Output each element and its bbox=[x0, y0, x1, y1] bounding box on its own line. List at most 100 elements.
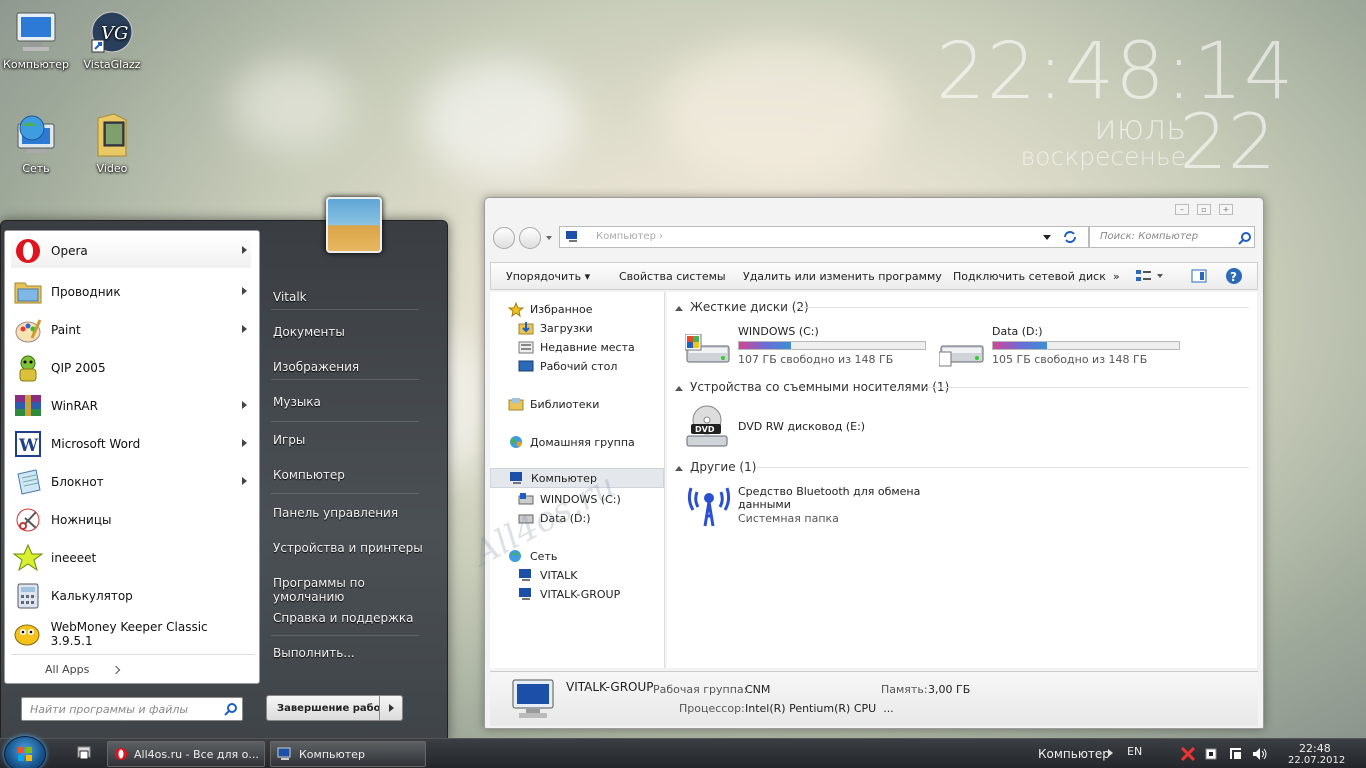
tray-date[interactable]: 22.07.2012 bbox=[1288, 755, 1345, 766]
taskbar-button-opera[interactable]: All4os.ru - Все для о... bbox=[107, 741, 265, 767]
nav-label: VITALK-GROUP bbox=[540, 587, 621, 601]
maximize-button[interactable]: ▫ bbox=[1197, 204, 1211, 215]
program-qip[interactable]: QIP 2005 bbox=[11, 351, 251, 385]
action-center-icon[interactable] bbox=[1229, 747, 1243, 761]
preview-pane-icon[interactable] bbox=[1191, 269, 1207, 283]
nav-computer[interactable]: Компьютер bbox=[490, 468, 664, 488]
more-commands-button[interactable]: » bbox=[1113, 270, 1120, 283]
program-webmoney[interactable]: WebMoney Keeper Classic 3.9.5.1 bbox=[11, 617, 251, 651]
program-explorer[interactable]: Проводник bbox=[11, 275, 251, 309]
place-games[interactable]: Игры bbox=[273, 433, 423, 447]
group-header-hdd[interactable]: Жесткие диски (2) bbox=[675, 300, 809, 314]
place-default-programs[interactable]: Программы по умолчанию bbox=[273, 576, 423, 604]
uninstall-button[interactable]: Удалить или изменить программу bbox=[743, 270, 942, 283]
drive-icon bbox=[518, 492, 534, 506]
nav-label: Недавние места bbox=[540, 340, 635, 354]
antivirus-icon[interactable] bbox=[1181, 747, 1195, 761]
address-toolbar-label[interactable]: Компьютер bbox=[1038, 747, 1110, 761]
shutdown-options-button[interactable] bbox=[379, 695, 403, 721]
user-picture[interactable] bbox=[326, 197, 382, 253]
desktop-icon-computer[interactable]: Компьютер bbox=[0, 8, 72, 71]
program-paint[interactable]: Paint bbox=[11, 313, 251, 347]
place-documents[interactable]: Документы bbox=[273, 325, 423, 339]
divider bbox=[925, 387, 1249, 388]
place-vitalk[interactable]: Vitalk bbox=[273, 290, 423, 304]
address-dropdown-icon[interactable] bbox=[1043, 235, 1051, 240]
nav-label: Data (D:) bbox=[540, 511, 591, 525]
minimize-button[interactable]: – bbox=[1175, 204, 1189, 215]
drive-d-name[interactable]: Data (D:) bbox=[992, 325, 1043, 338]
all-apps-link[interactable]: All Apps bbox=[45, 663, 89, 676]
place-computer[interactable]: Компьютер bbox=[273, 468, 423, 482]
svg-text:VG: VG bbox=[101, 23, 128, 44]
dvd-drive-name[interactable]: DVD RW дисковод (E:) bbox=[738, 420, 865, 433]
close-button[interactable]: + bbox=[1219, 204, 1233, 215]
computer-large-icon bbox=[512, 679, 554, 718]
hard-drive-icon bbox=[939, 345, 984, 367]
desktop-icon-vistaglazz[interactable]: VG VistaGlazz bbox=[76, 8, 148, 71]
nav-downloads[interactable]: Загрузки bbox=[518, 321, 593, 335]
place-devices-printers[interactable]: Устройства и принтеры bbox=[273, 541, 423, 555]
desktop-icon-video[interactable]: Video bbox=[76, 112, 148, 175]
nav-drive-d[interactable]: Data (D:) bbox=[518, 511, 591, 525]
nav-net-vitalk[interactable]: VITALK bbox=[518, 568, 578, 582]
explorer-search-input[interactable]: Поиск: Компьютер bbox=[1089, 226, 1255, 248]
desktop-icon-network[interactable]: Сеть bbox=[0, 112, 72, 175]
forward-button[interactable] bbox=[519, 227, 541, 249]
help-icon[interactable]: ? bbox=[1225, 267, 1243, 285]
nav-label: WINDOWS (C:) bbox=[540, 492, 621, 506]
start-search-input[interactable]: Найти программы и файлы bbox=[21, 697, 243, 721]
nav-homegroup[interactable]: Домашняя группа bbox=[508, 435, 635, 449]
bluetooth-name-line2[interactable]: данными bbox=[738, 498, 791, 511]
program-word[interactable]: W Microsoft Word bbox=[11, 427, 251, 461]
refresh-icon[interactable] bbox=[1062, 230, 1078, 244]
taskbar-button-computer[interactable]: Компьютер bbox=[270, 741, 426, 767]
volume-icon[interactable] bbox=[1252, 747, 1268, 761]
organize-button[interactable]: Упорядочить ▾ bbox=[506, 270, 590, 283]
svg-text:DVD: DVD bbox=[695, 425, 715, 434]
nav-recent[interactable]: Недавние места bbox=[518, 340, 635, 354]
shield-icon[interactable] bbox=[1204, 747, 1218, 761]
view-options-icon[interactable] bbox=[1135, 269, 1165, 283]
program-notepad[interactable]: Блокнот bbox=[11, 465, 251, 499]
shutdown-label: Завершение работы bbox=[277, 702, 396, 714]
recent-pages-dropdown[interactable] bbox=[546, 236, 552, 240]
tray-chevron-icon[interactable] bbox=[1108, 749, 1113, 757]
place-music[interactable]: Музыка bbox=[273, 395, 423, 409]
place-run[interactable]: Выполнить... bbox=[273, 646, 423, 660]
show-desktop-icon[interactable] bbox=[76, 745, 92, 763]
word-icon: W bbox=[11, 428, 45, 460]
tray-time[interactable]: 22:48 bbox=[1299, 742, 1331, 755]
place-help[interactable]: Справка и поддержка bbox=[273, 611, 423, 625]
nav-favorites[interactable]: Избранное bbox=[507, 301, 592, 318]
address-bar[interactable]: Компьютер › bbox=[559, 226, 1089, 248]
desktop-icon-label: Video bbox=[96, 162, 128, 175]
nav-net-vitalk-group[interactable]: VITALK-GROUP bbox=[518, 587, 620, 601]
place-control-panel[interactable]: Панель управления bbox=[273, 506, 423, 520]
start-button[interactable] bbox=[4, 736, 46, 768]
program-opera[interactable]: Opera bbox=[11, 234, 251, 268]
back-button[interactable] bbox=[493, 227, 515, 249]
nav-libraries[interactable]: Библиотеки bbox=[508, 397, 599, 411]
svg-text:W: W bbox=[18, 436, 39, 456]
program-calculator[interactable]: Калькулятор bbox=[11, 579, 251, 613]
language-indicator[interactable]: EN bbox=[1127, 745, 1142, 758]
group-header-removable[interactable]: Устройства со съемными носителями (1) bbox=[675, 380, 949, 394]
program-ineeeet[interactable]: ineeeet bbox=[11, 541, 251, 575]
program-snipping[interactable]: Ножницы bbox=[11, 503, 251, 537]
nav-desktop[interactable]: Рабочий стол bbox=[518, 359, 617, 373]
nav-label: Библиотеки bbox=[530, 397, 600, 411]
nav-drive-c[interactable]: WINDOWS (C:) bbox=[518, 492, 621, 506]
group-header-other[interactable]: Другие (1) bbox=[675, 460, 756, 474]
submenu-arrow-icon bbox=[242, 246, 247, 254]
breadcrumb[interactable]: Компьютер bbox=[596, 231, 656, 242]
place-pictures[interactable]: Изображения bbox=[273, 360, 423, 374]
taskbar-button-label: All4os.ru - Все для о... bbox=[134, 747, 259, 761]
map-drive-button[interactable]: Подключить сетевой диск bbox=[953, 270, 1106, 283]
program-winrar[interactable]: WinRAR bbox=[11, 389, 251, 423]
details-memory: 3,00 ГБ bbox=[928, 683, 971, 696]
nav-network[interactable]: Сеть bbox=[508, 549, 557, 563]
drive-c-name[interactable]: WINDOWS (C:) bbox=[738, 325, 819, 338]
system-properties-button[interactable]: Свойства системы bbox=[619, 270, 726, 283]
bluetooth-name-line1[interactable]: Средство Bluetooth для обмена bbox=[738, 485, 920, 498]
